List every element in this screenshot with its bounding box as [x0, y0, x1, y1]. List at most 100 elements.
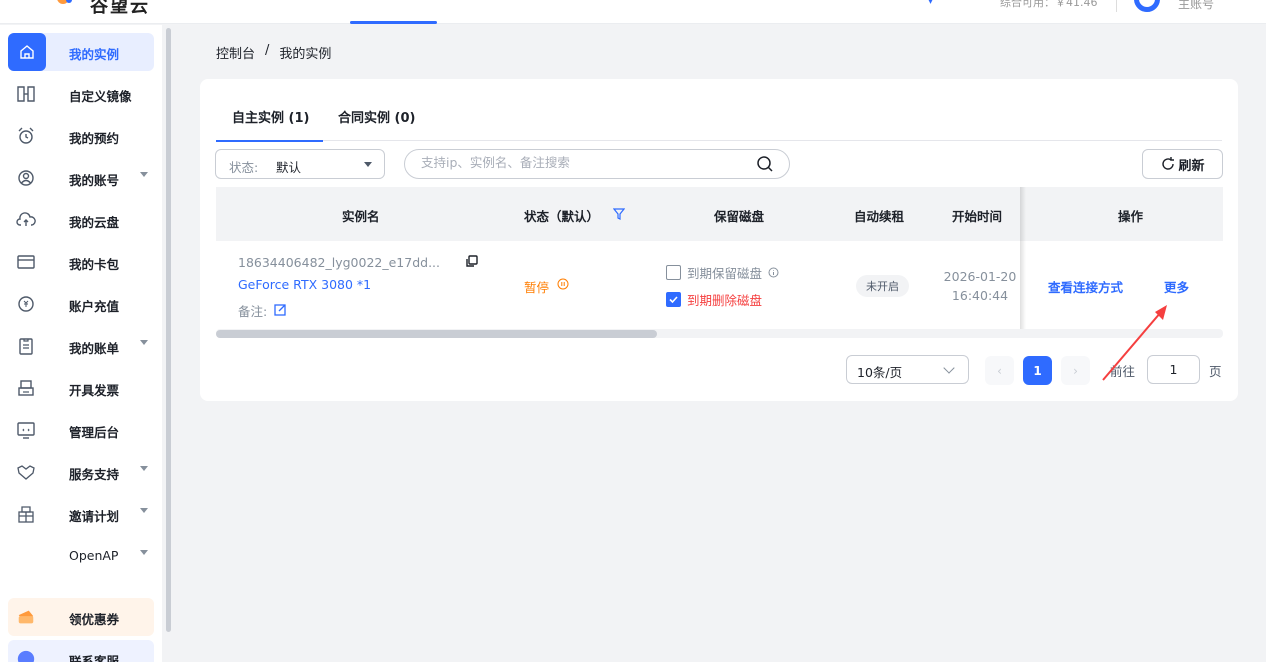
support-icon: [16, 462, 36, 482]
keep-disk-checkbox[interactable]: [666, 265, 681, 280]
copy-icon[interactable]: [466, 255, 478, 267]
prev-page-button[interactable]: ‹: [985, 356, 1014, 385]
logo-text[interactable]: 谷望云: [90, 0, 150, 18]
tab-contract-instances[interactable]: 合同实例 (0): [338, 107, 415, 141]
chevron-down-icon: [140, 550, 148, 555]
user-icon: [16, 168, 36, 188]
status-filter-prefix: 状态:: [229, 160, 259, 175]
page-unit-label: 页: [1209, 364, 1222, 379]
sidebar-item-recharge[interactable]: 账户充值: [8, 285, 154, 323]
column-header-status: 状态（默认）: [524, 209, 600, 224]
account-label[interactable]: 主账号: [1178, 0, 1214, 12]
sidebar-item-label: 账户充值: [69, 299, 120, 314]
breadcrumb-separator: /: [265, 43, 270, 58]
chevron-down-icon: [943, 362, 955, 374]
chevron-down-icon: [140, 466, 148, 471]
sidebar-item-support[interactable]: 服务支持: [8, 453, 154, 491]
view-connection-link[interactable]: 查看连接方式: [1048, 277, 1123, 296]
column-header-actions: 操作: [1118, 209, 1144, 224]
balance-text: 综合可用：￥41.46: [1000, 0, 1098, 9]
page-size-select[interactable]: 10条/页: [846, 355, 969, 384]
refresh-label: 刷新: [1178, 158, 1205, 174]
instances-card: 自主实例 (1) 合同实例 (0) 状态: 默认 刷新 实例名 状态（默认） 保…: [200, 79, 1238, 401]
coupon-icon: [16, 607, 36, 627]
column-header-instance-name: 实例名: [342, 209, 380, 224]
sidebar-item-custom-image[interactable]: 自定义镜像: [8, 75, 154, 113]
sidebar-item-cloud-disk[interactable]: 我的云盘: [8, 201, 154, 239]
delete-disk-option[interactable]: 到期删除磁盘: [666, 290, 762, 309]
sidebar: 我的实例 自定义镜像 我的预约 我的账号 我的云盘 我的卡包 账户充值 我的账单…: [0, 25, 162, 662]
sidebar-item-label: 我的账单: [69, 341, 120, 356]
image-frame-icon: [16, 84, 36, 104]
invoice-printer-icon: [16, 378, 36, 398]
auto-renew-badge: 未开启: [856, 275, 909, 297]
sidebar-item-card-wallet[interactable]: 我的卡包: [8, 243, 154, 281]
refresh-button[interactable]: 刷新: [1142, 149, 1223, 179]
alarm-clock-icon: [16, 126, 36, 146]
breadcrumb-current: 我的实例: [279, 47, 332, 62]
home-icon: [8, 33, 46, 71]
sidebar-item-label: 服务支持: [69, 467, 120, 482]
sidebar-item-label: 我的账号: [69, 173, 120, 188]
keep-disk-label: 到期保留磁盘: [687, 266, 763, 281]
info-icon[interactable]: [768, 267, 779, 278]
table-header: 实例名 状态（默认） 保留磁盘 自动续租 开始时间 操作: [216, 187, 1223, 241]
search-input[interactable]: [421, 155, 741, 170]
sidebar-item-invoice[interactable]: 开具发票: [8, 369, 154, 407]
sidebar-scrollbar-thumb[interactable]: [166, 28, 171, 632]
instance-name: 18634406482_lyg0022_e17dd...: [238, 255, 440, 270]
start-date: 2026-01-20: [943, 269, 1017, 284]
breadcrumb-root[interactable]: 控制台: [216, 43, 255, 62]
column-header-start-time: 开始时间: [952, 209, 1003, 224]
chevron-down-icon: [140, 340, 148, 345]
sidebar-item-admin[interactable]: 管理后台: [8, 411, 154, 449]
cloud-upload-icon: [16, 210, 36, 230]
tab-self-instances[interactable]: 自主实例 (1): [216, 107, 323, 142]
sidebar-item-label: 联系客服: [69, 654, 120, 662]
sidebar-item-account[interactable]: 我的账号: [8, 159, 154, 197]
column-header-auto-renew: 自动续租: [854, 209, 905, 224]
page-size-value: 10条/页: [857, 365, 903, 380]
table-row: 18634406482_lyg0022_e17dd... GeForce RTX…: [216, 241, 1223, 329]
filter-icon[interactable]: [613, 208, 625, 220]
instance-tabs: 自主实例 (1) 合同实例 (0): [216, 107, 1222, 142]
divider: [1116, 0, 1117, 12]
annotation-arrow: [1102, 305, 1167, 381]
sidebar-item-customer-service[interactable]: 联系客服: [8, 640, 154, 662]
status-filter-select[interactable]: 状态: 默认: [215, 149, 385, 179]
table-scrollbar-thumb[interactable]: [216, 330, 657, 338]
sidebar-item-label: 我的实例: [69, 47, 120, 62]
sidebar-item-my-instances[interactable]: 我的实例: [8, 33, 154, 71]
next-page-button[interactable]: ›: [1061, 356, 1090, 385]
check-icon: [669, 296, 678, 304]
start-clock: 16:40:44: [951, 288, 1009, 303]
start-time: 2026-01-20 16:40:44: [940, 267, 1020, 305]
keep-disk-option[interactable]: 到期保留磁盘: [666, 263, 779, 282]
refresh-icon: [1162, 157, 1175, 170]
gpu-spec: GeForce RTX 3080 *1: [238, 277, 372, 292]
sidebar-item-label: 邀请计划: [69, 509, 120, 524]
coin-icon: [16, 294, 36, 314]
clipboard-icon: [16, 336, 36, 356]
sidebar-item-label: 我的预约: [69, 131, 120, 146]
search-icon[interactable]: [756, 155, 774, 173]
sidebar-item-bills[interactable]: 我的账单: [8, 327, 154, 365]
sidebar-item-reservations[interactable]: 我的预约: [8, 117, 154, 155]
delete-disk-checkbox[interactable]: [666, 292, 681, 307]
sidebar-item-label: OpenAP: [69, 548, 119, 563]
sidebar-item-invite[interactable]: 邀请计划: [8, 495, 154, 533]
active-nav-indicator: [350, 21, 437, 24]
sidebar-item-coupons[interactable]: 领优惠券: [8, 598, 154, 636]
page-number-button[interactable]: 1: [1023, 356, 1052, 385]
column-header-keep-disk: 保留磁盘: [714, 209, 765, 224]
monitor-icon: [16, 420, 36, 440]
edit-icon[interactable]: [274, 303, 287, 316]
avatar[interactable]: [1134, 0, 1160, 12]
more-actions-link[interactable]: 更多: [1164, 277, 1189, 296]
sidebar-item-openapi[interactable]: OpenAP: [8, 537, 154, 575]
chevron-down-icon: [140, 172, 148, 177]
sidebar-item-label: 我的卡包: [69, 257, 120, 272]
delete-disk-label: 到期删除磁盘: [687, 293, 763, 308]
sidebar-item-label: 开具发票: [69, 383, 120, 398]
chevron-down-icon[interactable]: ▾: [928, 0, 933, 7]
